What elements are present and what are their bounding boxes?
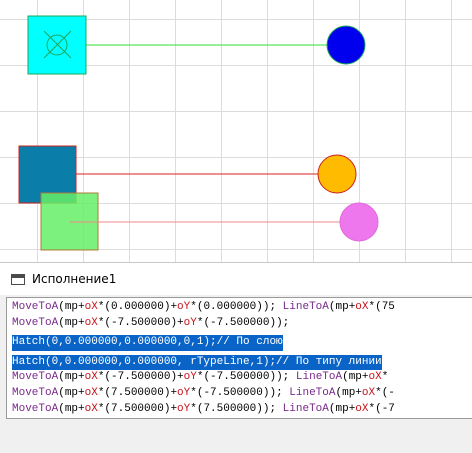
yellow-circle[interactable] <box>317 154 357 194</box>
window-title: Исполнение1 <box>32 272 117 286</box>
execution-window-titlebar[interactable]: Исполнение1 <box>0 263 472 295</box>
code-line[interactable]: MoveToA(mp+oX*(-7.500000)+oY*(-7.500000)… <box>12 316 402 332</box>
window-icon <box>11 273 25 285</box>
blue-circle[interactable] <box>326 25 366 65</box>
code-line[interactable]: MoveToA(mp+oX*(7.500000)+oY*(-7.500000))… <box>12 386 402 402</box>
magenta-circle[interactable] <box>339 202 379 242</box>
execution-window: Исполнение1 MoveToA(mp+oX*(0.000000)+oY*… <box>0 262 472 453</box>
code-line[interactable]: Hatch(0,0.000000,0.000000, rTypeLine,1);… <box>12 354 382 371</box>
code-line[interactable]: Hatch(0,0.000000,0.000000,0,1);// По сло… <box>12 335 283 351</box>
code-line[interactable]: MoveToA(mp+oX*(-7.500000)+oY*(-7.500000)… <box>12 370 402 386</box>
code-line[interactable]: MoveToA(mp+oX*(7.500000)+oY*(7.500000));… <box>12 402 402 418</box>
drawing-svg <box>18 15 379 251</box>
code-line[interactable]: MoveToA(mp+oX*(0.000000)+oY*(0.000000));… <box>12 300 402 316</box>
drawing-canvas[interactable] <box>0 0 472 262</box>
code-lines: MoveToA(mp+oX*(0.000000)+oY*(0.000000));… <box>12 300 402 418</box>
execution-window-footer <box>0 419 472 453</box>
code-editor[interactable]: MoveToA(mp+oX*(0.000000)+oY*(0.000000));… <box>6 297 472 419</box>
